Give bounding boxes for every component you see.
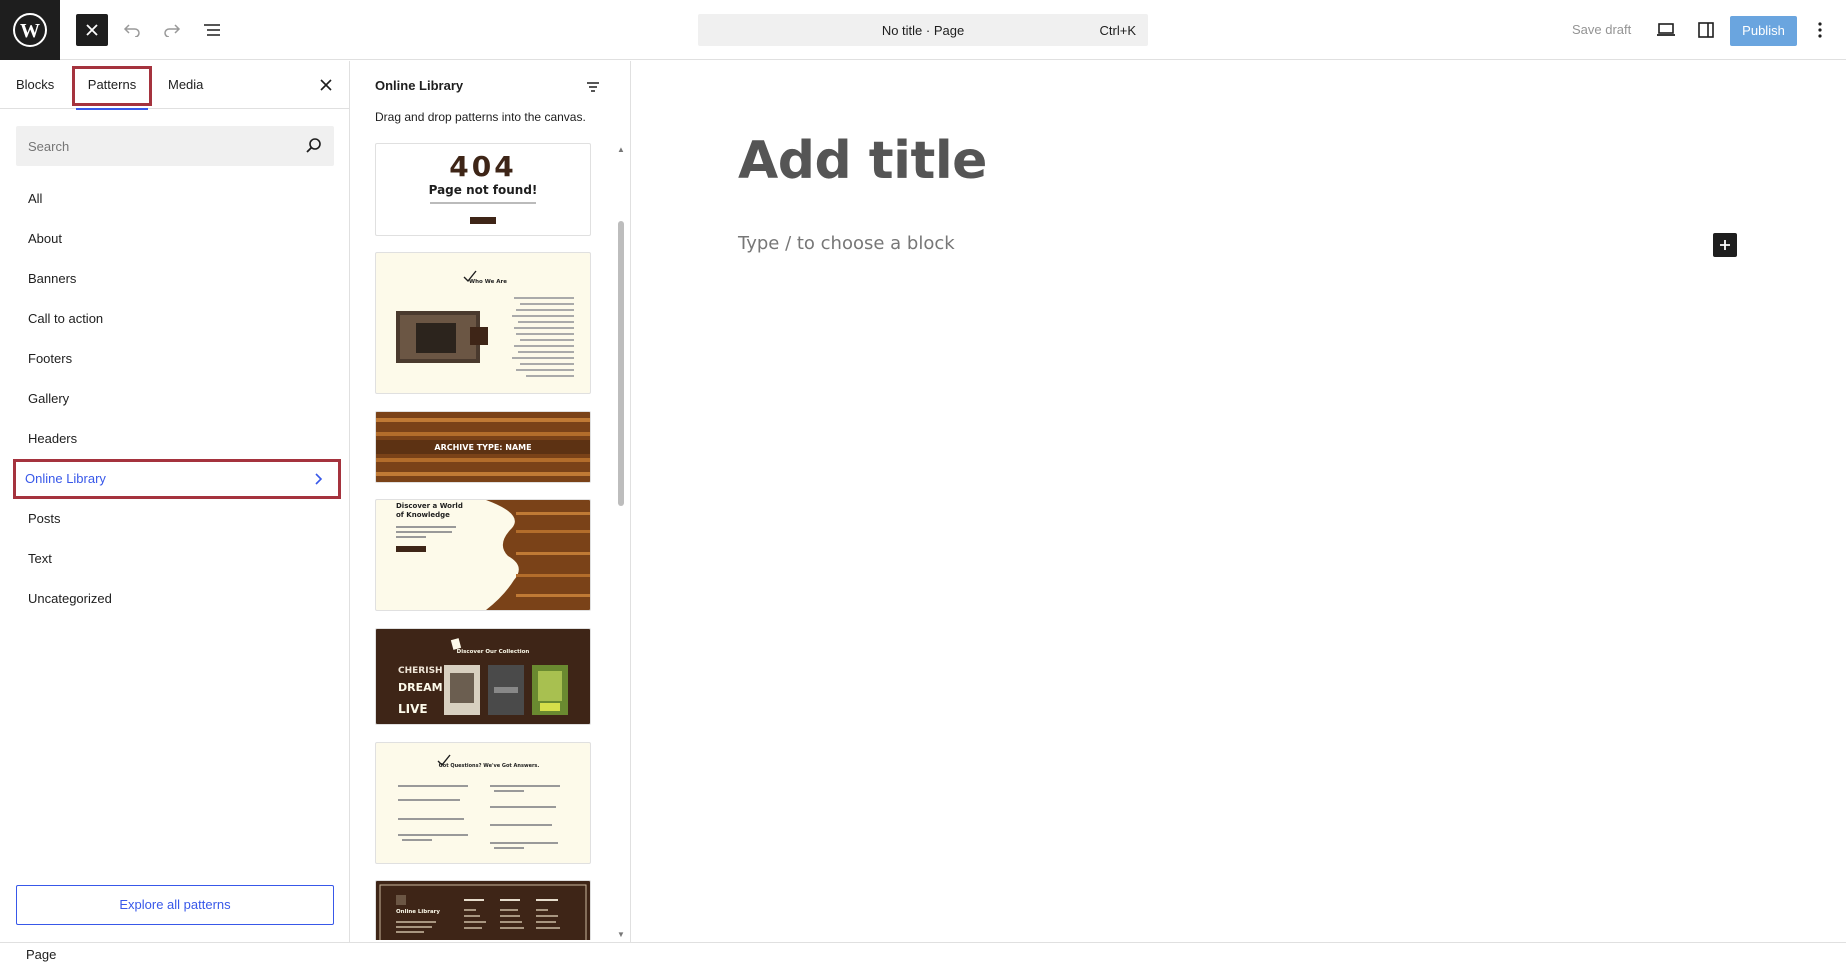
undo-icon [123, 24, 140, 37]
category-about[interactable]: About [16, 219, 334, 259]
pattern-preview-banner[interactable]: ARCHIVE TYPE: NAME [375, 411, 591, 483]
search-input[interactable] [16, 126, 286, 166]
pattern-heading: Got Questions? We've Got Answers. [439, 763, 540, 769]
pattern-list-scrollbar[interactable]: ▲ ▼ [615, 145, 627, 940]
pattern-preview-about[interactable]: Who We Are [375, 252, 591, 394]
category-text[interactable]: Text [16, 539, 334, 579]
chevron-right-icon [315, 473, 323, 485]
add-block-button[interactable] [1713, 233, 1737, 257]
pattern-heading: Online Library [396, 909, 440, 915]
pattern-thumbnail: Who We Are [396, 270, 574, 377]
document-title: No title · Page [881, 23, 965, 38]
svg-text:CHERISH: CHERISH [398, 666, 443, 676]
close-inserter-button[interactable] [76, 14, 108, 46]
pattern-subheading: Page not found! [429, 183, 538, 197]
save-draft-button[interactable]: Save draft [1562, 14, 1641, 46]
editor-footer: Page [0, 942, 1846, 966]
wordpress-logo-icon[interactable]: W [0, 0, 60, 60]
pattern-heading: Who We Are [469, 279, 507, 285]
category-footers[interactable]: Footers [16, 339, 334, 379]
redo-button[interactable] [156, 14, 188, 46]
pattern-thumbnail: Discover Our Collection CHERISH DREAM LI… [398, 638, 568, 716]
category-banners[interactable]: Banners [16, 259, 334, 299]
svg-text:Discover a World: Discover a World [396, 502, 463, 510]
editor-header: W No title · Page Ctrl+K Save draft Publ… [0, 0, 1846, 60]
category-gallery[interactable]: Gallery [16, 379, 334, 419]
pattern-heading: ARCHIVE TYPE: NAME [434, 443, 531, 452]
settings-button[interactable] [1690, 14, 1722, 46]
document-overview-button[interactable] [196, 14, 228, 46]
pattern-preview-panel: Online Library Drag and drop patterns in… [351, 61, 631, 942]
options-button[interactable] [1806, 14, 1834, 46]
tab-patterns[interactable]: Patterns [72, 61, 152, 110]
inserter-tabs: Blocks Patterns Media [0, 61, 350, 110]
post-title-input[interactable]: Add title [738, 131, 987, 191]
command-shortcut: Ctrl+K [1099, 23, 1136, 38]
editor-canvas: Add title Type / to choose a block [632, 61, 1846, 942]
pattern-heading: Discover Our Collection [457, 649, 530, 655]
close-icon [86, 24, 98, 36]
plus-icon [1720, 240, 1730, 250]
command-palette-button[interactable]: No title · Page Ctrl+K [698, 14, 1148, 46]
category-headers[interactable]: Headers [16, 419, 334, 459]
pattern-list: 404 Page not found! Who We Are ARCHIVE T… [375, 143, 591, 940]
explore-all-patterns-button[interactable]: Explore all patterns [16, 885, 334, 925]
pattern-description: Drag and drop patterns into the canvas. [375, 110, 586, 124]
pattern-category-title: Online Library [375, 78, 464, 93]
desktop-icon [1657, 23, 1675, 36]
search-box [16, 126, 334, 166]
block-inserter-panel: Blocks Patterns Media All About Banners … [0, 61, 350, 942]
block-appender[interactable]: Type / to choose a block [738, 233, 955, 254]
pattern-thumbnail: 404 Page not found! [429, 150, 538, 224]
redo-icon [164, 24, 181, 37]
category-uncategorized[interactable]: Uncategorized [16, 579, 334, 619]
pattern-thumbnail: Got Questions? We've Got Answers. [398, 754, 560, 849]
pattern-preview-404[interactable]: 404 Page not found! [375, 143, 591, 236]
tab-blocks[interactable]: Blocks [16, 61, 54, 109]
pattern-preview-hero[interactable]: Discover a World of Knowledge [375, 499, 591, 611]
pattern-thumbnail: ARCHIVE TYPE: NAME [376, 412, 590, 482]
svg-text:W: W [20, 20, 40, 42]
view-button[interactable] [1650, 14, 1682, 46]
close-icon [320, 79, 332, 91]
publish-button[interactable]: Publish [1730, 16, 1797, 46]
filter-button[interactable] [581, 75, 605, 99]
list-view-icon [204, 24, 220, 36]
undo-button[interactable] [116, 14, 148, 46]
more-vertical-icon [1818, 22, 1822, 38]
pattern-heading: 404 [449, 150, 516, 183]
pattern-preview-collection[interactable]: Discover Our Collection CHERISH DREAM LI… [375, 628, 591, 725]
pattern-category-list: All About Banners Call to action Footers… [13, 179, 341, 619]
pattern-preview-footer[interactable]: Online Library [375, 880, 591, 940]
pattern-preview-faq[interactable]: Got Questions? We've Got Answers. [375, 742, 591, 864]
category-posts[interactable]: Posts [16, 499, 334, 539]
category-all[interactable]: All [16, 179, 334, 219]
category-online-library[interactable]: Online Library [13, 459, 341, 499]
pattern-thumbnail: Online Library [379, 884, 587, 940]
pattern-thumbnail: Discover a World of Knowledge [396, 500, 590, 610]
filter-icon [587, 82, 599, 92]
search-icon [306, 138, 321, 153]
sidebar-toggle-icon [1698, 22, 1714, 38]
category-online-library-label: Online Library [25, 471, 106, 486]
close-panel-button[interactable] [316, 75, 336, 95]
scroll-up-arrow-icon[interactable]: ▲ [616, 145, 626, 155]
svg-text:LIVE: LIVE [398, 702, 428, 716]
svg-text:DREAM: DREAM [398, 681, 443, 694]
scroll-down-arrow-icon[interactable]: ▼ [616, 930, 626, 940]
tab-media[interactable]: Media [168, 61, 203, 109]
highlight-box [72, 66, 152, 106]
svg-text:of Knowledge: of Knowledge [396, 511, 450, 519]
category-call-to-action[interactable]: Call to action [16, 299, 334, 339]
scrollbar-thumb[interactable] [618, 221, 624, 506]
block-breadcrumb[interactable]: Page [26, 947, 56, 962]
